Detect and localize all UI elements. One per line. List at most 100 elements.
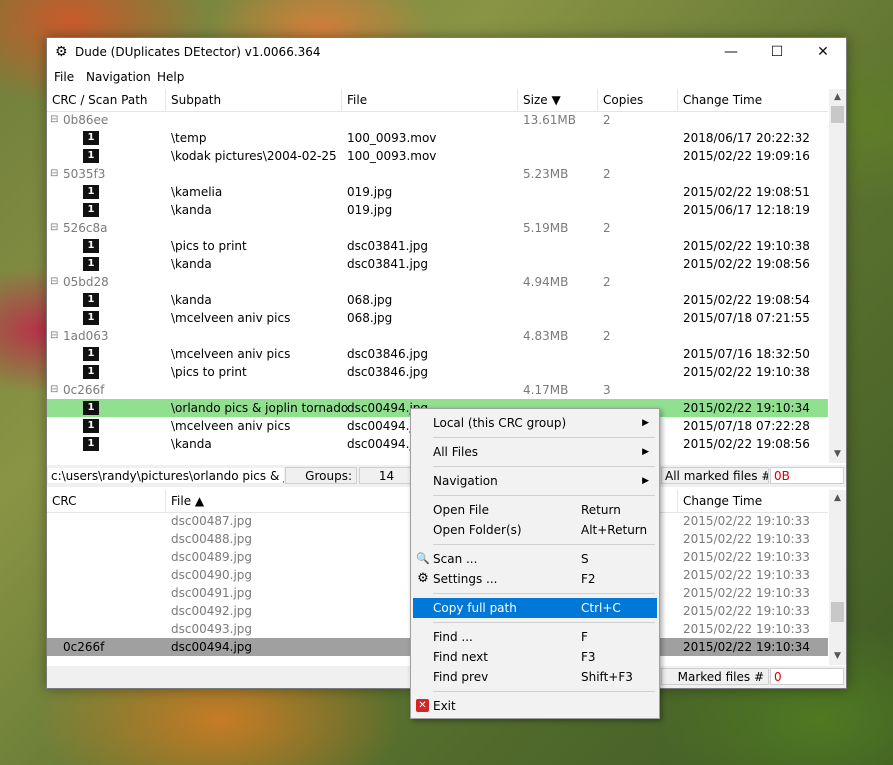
menu-separator xyxy=(433,437,655,438)
change-time-cell: 2015/02/22 19:08:51 xyxy=(683,185,810,199)
collapse-icon[interactable]: ⊟ xyxy=(50,381,58,399)
menu-find-next[interactable]: Find next F3 xyxy=(413,647,657,667)
folder-table-scrollbar[interactable]: ▲ ▼ xyxy=(829,490,846,665)
file-row[interactable]: 1 \pics to print dsc03841.jpg 2015/02/22 19… xyxy=(47,237,828,255)
submenu-arrow-icon: ▶ xyxy=(642,418,649,428)
change-time-cell: 2015/02/22 19:10:33 xyxy=(683,514,810,528)
subpath-cell: \kamelia xyxy=(171,185,223,199)
collapse-icon[interactable]: ⊟ xyxy=(50,273,58,291)
subpath-cell: \orlando pics & joplin tornado xyxy=(171,401,349,415)
change-time-cell: 2015/06/17 12:18:19 xyxy=(683,203,810,217)
change-time-cell: 2015/02/22 19:10:38 xyxy=(683,365,810,379)
menu-navigation[interactable]: Navigation xyxy=(86,70,151,84)
submenu-arrow-icon: ▶ xyxy=(642,476,649,486)
col-size[interactable]: Size ▼ xyxy=(518,89,598,111)
subpath-cell: \kanda xyxy=(171,293,212,307)
file-row[interactable]: 1 \kanda dsc03841.jpg 2015/02/22 19:08:56 xyxy=(47,255,828,273)
copies-count: 3 xyxy=(603,383,611,397)
menu-all-files[interactable]: All Files ▶ xyxy=(413,442,657,462)
copies-count: 2 xyxy=(603,113,611,127)
menu-local-crc-group[interactable]: Local (this CRC group) ▶ xyxy=(413,413,657,433)
menu-scan[interactable]: 🔍 Scan ... S xyxy=(413,549,657,569)
col-crc[interactable]: CRC xyxy=(47,490,166,512)
file-row[interactable]: 1 \kamelia 019.jpg 2015/02/22 19:08:51 xyxy=(47,183,828,201)
file-row[interactable]: 1 \kanda 019.jpg 2015/06/17 12:18:19 xyxy=(47,201,828,219)
menu-separator xyxy=(433,495,655,496)
menu-settings[interactable]: ⚙ Settings ... F2 xyxy=(413,569,657,589)
file-row[interactable]: 1 \kodak pictures\2004-02-25 100_0093.mov 2… xyxy=(47,147,828,165)
crc-group-row[interactable]: ⊟ 526c8a 5.19MB 2 xyxy=(47,219,828,237)
subpath-cell: \mcelveen aniv pics xyxy=(171,311,291,325)
menu-find[interactable]: Find ... F xyxy=(413,627,657,647)
subpath-cell: \mcelveen aniv pics xyxy=(171,347,291,361)
crc-group-row[interactable]: ⊟ 0b86ee 13.61MB 2 xyxy=(47,111,828,129)
scrollbar-thumb[interactable] xyxy=(831,106,844,123)
menu-copy-full-path[interactable]: Copy full path Ctrl+C xyxy=(413,598,657,618)
window-title: Dude (DUplicates DEtector) v1.0066.364 xyxy=(75,45,321,59)
col-subpath[interactable]: Subpath xyxy=(166,89,342,111)
groups-count: 14 xyxy=(359,467,411,484)
crc-value: 5035f3 xyxy=(63,167,106,181)
subpath-cell: \kanda xyxy=(171,437,212,451)
crc-group-row[interactable]: ⊟ 5035f3 5.23MB 2 xyxy=(47,165,828,183)
collapse-icon[interactable]: ⊟ xyxy=(50,165,58,183)
collapse-icon[interactable]: ⊟ xyxy=(50,111,58,129)
col-copies[interactable]: Copies xyxy=(598,89,678,111)
col-crc-scan-path[interactable]: CRC / Scan Path xyxy=(47,89,166,111)
menu-separator xyxy=(433,544,655,545)
close-button[interactable]: ✕ xyxy=(800,38,846,67)
file-row[interactable]: 1 \pics to print dsc03846.jpg 2015/02/22 19… xyxy=(47,363,828,381)
groups-table-scrollbar[interactable]: ▲ ▼ xyxy=(829,89,846,463)
menu-help[interactable]: Help xyxy=(157,70,184,84)
gear-icon: ⚙ xyxy=(417,571,429,586)
groups-table[interactable]: CRC / Scan Path Subpath File Size ▼ Copi… xyxy=(47,89,846,463)
scroll-up-arrow-icon[interactable]: ▲ xyxy=(829,490,846,507)
marked-files-count: 0 xyxy=(770,668,844,685)
file-name-cell: dsc00487.jpg xyxy=(171,514,253,528)
menu-file[interactable]: File xyxy=(54,70,74,84)
crc-value: 0b86ee xyxy=(63,113,109,127)
scroll-down-arrow-icon[interactable]: ▼ xyxy=(829,446,846,463)
file-row[interactable]: 1 \mcelveen aniv pics dsc03846.jpg 2015/07/… xyxy=(47,345,828,363)
file-mark-icon: 1 xyxy=(83,239,99,253)
menu-open-folders[interactable]: Open Folder(s) Alt+Return xyxy=(413,520,657,540)
menu-shortcut: F2 xyxy=(581,572,596,586)
maximize-button[interactable]: ☐ xyxy=(754,38,800,67)
collapse-icon[interactable]: ⊟ xyxy=(50,219,58,237)
menu-exit[interactable]: ✕ Exit xyxy=(413,696,657,716)
crc-value: 05bd28 xyxy=(63,275,109,289)
menu-bar: File Navigation Help xyxy=(47,67,846,87)
selected-path-field: c:\users\randy\pictures\orlando pics & j… xyxy=(47,467,285,484)
col-change-time[interactable]: Change Time xyxy=(678,89,828,111)
file-mark-icon: 1 xyxy=(83,437,99,451)
menu-label: All Files xyxy=(433,445,479,459)
scroll-up-arrow-icon[interactable]: ▲ xyxy=(829,89,846,106)
menu-find-prev[interactable]: Find prev Shift+F3 xyxy=(413,667,657,687)
file-mark-icon: 1 xyxy=(83,419,99,433)
menu-shortcut: Shift+F3 xyxy=(581,670,633,684)
scrollbar-thumb[interactable] xyxy=(831,602,844,622)
menu-open-file[interactable]: Open File Return xyxy=(413,500,657,520)
subpath-cell: \temp xyxy=(171,131,207,145)
crc-group-row[interactable]: ⊟ 0c266f 4.17MB 3 xyxy=(47,381,828,399)
menu-separator xyxy=(433,593,655,594)
crc-cell: 0c266f xyxy=(63,640,105,654)
group-size: 4.94MB xyxy=(523,275,569,289)
col-file[interactable]: File xyxy=(342,89,518,111)
menu-separator xyxy=(433,622,655,623)
file-name-cell: dsc00491.jpg xyxy=(171,586,253,600)
file-row[interactable]: 1 \kanda 068.jpg 2015/02/22 19:08:54 xyxy=(47,291,828,309)
copies-count: 2 xyxy=(603,275,611,289)
collapse-icon[interactable]: ⊟ xyxy=(50,327,58,345)
menu-label: Find ... xyxy=(433,630,473,644)
col-change-time-bottom[interactable]: Change Time xyxy=(678,490,828,512)
file-row[interactable]: 1 \mcelveen aniv pics 068.jpg 2015/07/18 07… xyxy=(47,309,828,327)
file-row[interactable]: 1 \temp 100_0093.mov 2018/06/17 20:22:32 xyxy=(47,129,828,147)
copies-count: 2 xyxy=(603,221,611,235)
menu-navigation[interactable]: Navigation ▶ xyxy=(413,471,657,491)
scroll-down-arrow-icon[interactable]: ▼ xyxy=(829,648,846,665)
crc-group-row[interactable]: ⊟ 1ad063 4.83MB 2 xyxy=(47,327,828,345)
crc-group-row[interactable]: ⊟ 05bd28 4.94MB 2 xyxy=(47,273,828,291)
subpath-cell: \kodak pictures\2004-02-25 xyxy=(171,149,337,163)
minimize-button[interactable]: — xyxy=(708,38,754,67)
